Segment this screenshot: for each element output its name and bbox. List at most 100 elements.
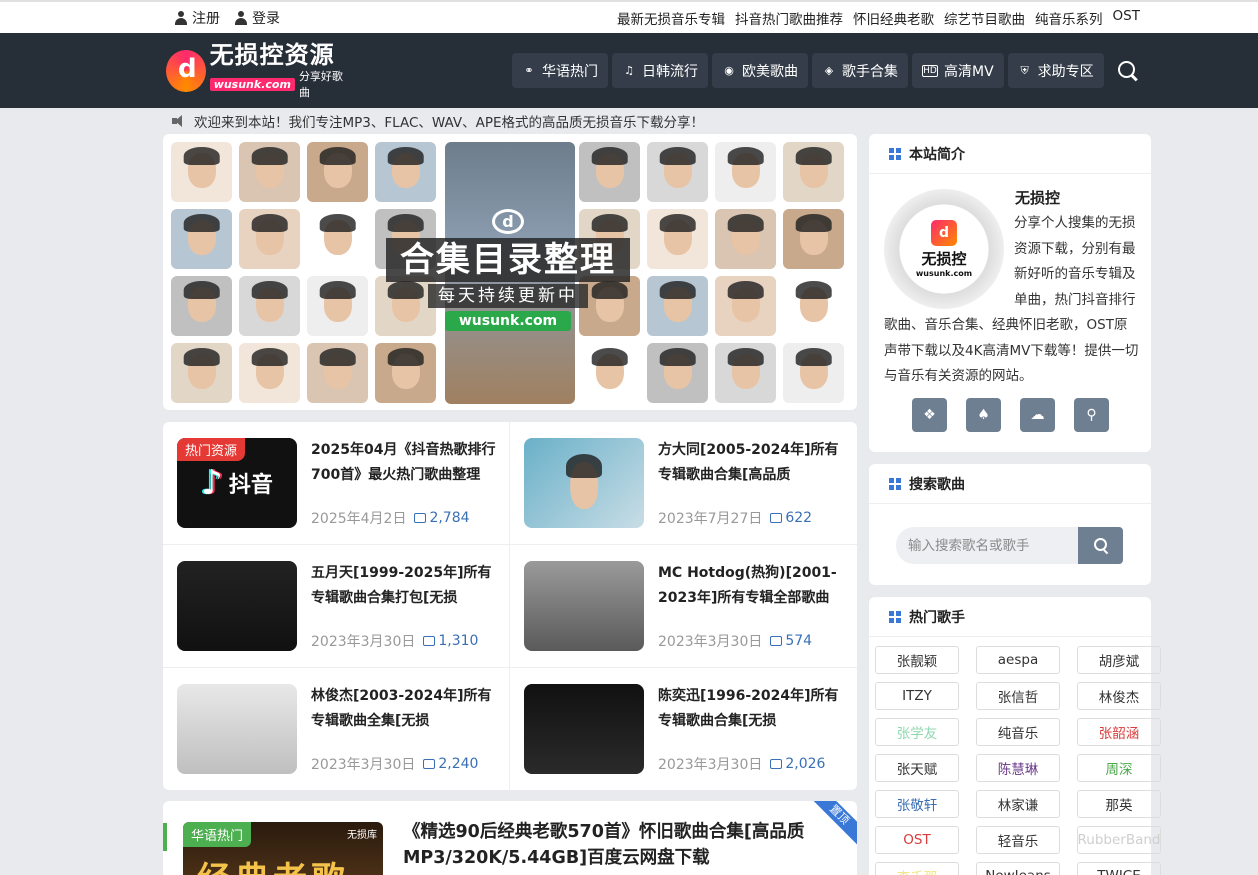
post-date: 2023年3月30日	[311, 634, 416, 650]
post-thumbnail[interactable]	[524, 684, 644, 774]
singer-tag[interactable]: 张靓颖	[875, 646, 959, 674]
featured-thumbnail[interactable]: 华语热门 无损库 经典老歌	[183, 822, 383, 875]
post-date: 2023年3月30日	[311, 757, 416, 773]
singer-tag[interactable]: NewJeans	[976, 862, 1060, 875]
nav-label: 日韩流行	[642, 63, 698, 80]
location-icon[interactable]: ⚲	[1074, 398, 1109, 432]
post-title[interactable]: 方大同[2005-2024年]所有专辑歌曲合集[高品质	[658, 438, 843, 488]
post-comments[interactable]: 1,310	[423, 633, 478, 649]
post-card[interactable]: 林俊杰[2003-2024年]所有专辑歌曲全集[无损 2023年3月30日 2,2…	[163, 668, 510, 791]
singer-tag[interactable]: OST	[875, 826, 959, 854]
singer-tag[interactable]: 周深	[1077, 754, 1161, 782]
post-comments[interactable]: 2,026	[770, 756, 825, 772]
singer-tag[interactable]: aespa	[976, 646, 1060, 674]
artist-thumbnail	[239, 209, 300, 269]
site-logo[interactable]: 无损控资源 wusunk.com 分享好歌曲	[166, 42, 346, 99]
speaker-icon	[172, 115, 186, 127]
header-search-icon[interactable]	[1116, 59, 1140, 83]
singer-tag[interactable]: 李千那	[875, 862, 959, 875]
post-card[interactable]: 五月天[1999-2025年]所有专辑歌曲合集打包[无损 2023年3月30日 1…	[163, 545, 510, 668]
nav-item-hd-mv[interactable]: HD 高清MV	[912, 53, 1004, 88]
singer-tag[interactable]: 陈慧琳	[976, 754, 1060, 782]
singer-tag[interactable]: 张韶涵	[1077, 718, 1161, 746]
featured-accent-bar	[163, 823, 167, 851]
post-title[interactable]: 林俊杰[2003-2024年]所有专辑歌曲全集[无损	[311, 684, 496, 734]
post-title[interactable]: MC Hotdog(热狗)[2001-2023年]所有专辑全部歌曲打	[658, 561, 843, 611]
login-label: 登录	[252, 10, 280, 27]
login-link[interactable]: 登录	[234, 8, 280, 28]
nav-item-jk-pop[interactable]: ♫ 日韩流行	[612, 53, 708, 88]
post-comments[interactable]: 574	[770, 633, 812, 649]
singer-tag[interactable]: RubberBand	[1077, 826, 1161, 854]
wechat-icon[interactable]: ❖	[912, 398, 947, 432]
post-card[interactable]: ♪ 抖音 热门资源 2025年04月《抖音热歌排行700首》最火热门歌曲整理 2…	[163, 422, 510, 545]
nav-item-western[interactable]: ◉ 欧美歌曲	[712, 53, 808, 88]
singer-tag[interactable]: ITZY	[875, 682, 959, 710]
singer-tag[interactable]: 张天赋	[875, 754, 959, 782]
card-header: 搜索歌曲	[869, 464, 1151, 504]
thumb-text: 抖音	[228, 473, 273, 498]
post-thumbnail[interactable]: ♪ 抖音 热门资源	[177, 438, 297, 528]
nav-item-chinese-hits[interactable]: ⚭ 华语热门	[512, 53, 608, 88]
post-thumbnail[interactable]	[524, 561, 644, 651]
singer-tag[interactable]: 林俊杰	[1077, 682, 1161, 710]
post-card[interactable]: MC Hotdog(热狗)[2001-2023年]所有专辑全部歌曲打 2023年…	[510, 545, 857, 668]
search-submit-button[interactable]	[1078, 527, 1123, 564]
post-date: 2023年7月27日	[658, 511, 763, 527]
singer-tag[interactable]: 张学友	[875, 718, 959, 746]
song-search-input[interactable]	[896, 527, 1078, 564]
post-grid: ♪ 抖音 热门资源 2025年04月《抖音热歌排行700首》最火热门歌曲整理 2…	[163, 422, 857, 791]
post-comments[interactable]: 2,240	[423, 756, 478, 772]
user-icon	[174, 10, 188, 25]
singer-tag[interactable]: TWICE	[1077, 862, 1161, 875]
singer-tag[interactable]: 张信哲	[976, 682, 1060, 710]
artist-thumbnail	[307, 276, 368, 336]
card-title: 本站简介	[909, 146, 965, 163]
artist-thumbnail	[307, 343, 368, 403]
featured-tag: 华语热门	[183, 822, 252, 847]
featured-post[interactable]: 华语热门 无损库 经典老歌 《精选90后经典老歌570首》怀旧歌曲合集[高品质M…	[163, 801, 857, 875]
singer-tag[interactable]: 林家谦	[976, 790, 1060, 818]
featured-title[interactable]: 《精选90后经典老歌570首》怀旧歌曲合集[高品质MP3/320K/5.44GB…	[403, 819, 823, 871]
quick-link-ost[interactable]: OST	[1113, 8, 1140, 28]
quick-link-new-albums[interactable]: 最新无损音乐专辑	[617, 8, 725, 28]
post-title[interactable]: 五月天[1999-2025年]所有专辑歌曲合集打包[无损	[311, 561, 496, 611]
nav-label: 高清MV	[944, 63, 994, 80]
grid-icon	[889, 610, 901, 623]
singer-tag[interactable]: 那英	[1077, 790, 1161, 818]
nav-item-collections[interactable]: ◈ 歌手合集	[812, 53, 908, 88]
singer-tag[interactable]: 轻音乐	[976, 826, 1060, 854]
post-card[interactable]: 方大同[2005-2024年]所有专辑歌曲合集[高品质 2023年7月27日 62…	[510, 422, 857, 545]
weibo-icon[interactable]: ☁	[1020, 398, 1055, 432]
post-comments[interactable]: 2,784	[414, 510, 470, 526]
singer-tag[interactable]: 张敬轩	[875, 790, 959, 818]
notice-bar: 欢迎来到本站！我们专注MP3、FLAC、WAV、APE格式的高品质无损音乐下载分…	[172, 111, 704, 131]
featured-watermark: 无损库	[347, 830, 377, 841]
banner-overlay: d 合集目录整理 每天持续更新中 wusunk.com	[386, 209, 630, 331]
post-title[interactable]: 陈奕迅[1996-2024年]所有专辑歌曲合集[无损	[658, 684, 843, 734]
nav-item-help[interactable]: ⛨ 求助专区	[1007, 53, 1104, 88]
quick-link-douyin[interactable]: 抖音热门歌曲推荐	[735, 8, 843, 28]
singer-tag[interactable]: 胡彦斌	[1077, 646, 1161, 674]
post-comments[interactable]: 622	[770, 510, 812, 526]
comment-count: 2,784	[429, 510, 470, 526]
artist-thumbnail	[715, 343, 776, 403]
post-thumbnail[interactable]	[177, 684, 297, 774]
quick-link-variety[interactable]: 综艺节目歌曲	[944, 8, 1025, 28]
post-card[interactable]: 陈奕迅[1996-2024年]所有专辑歌曲合集[无损 2023年3月30日 2,0…	[510, 668, 857, 791]
singer-tag[interactable]: 纯音乐	[976, 718, 1060, 746]
main-nav: ⚭ 华语热门 ♫ 日韩流行 ◉ 欧美歌曲 ◈ 歌手合集 HD 高清MV ⛨ 求助专区	[512, 53, 1104, 88]
auth-links: 注册 登录	[174, 8, 280, 28]
register-link[interactable]: 注册	[174, 8, 220, 28]
disc-icon: ◉	[724, 64, 734, 77]
grid-icon	[889, 147, 901, 160]
quick-link-classic[interactable]: 怀旧经典老歌	[853, 8, 934, 28]
hero-banner[interactable]: d 合集目录整理 每天持续更新中 wusunk.com	[163, 134, 857, 410]
qq-icon[interactable]: ♠	[966, 398, 1001, 432]
quick-link-pure-music[interactable]: 纯音乐系列	[1035, 8, 1103, 28]
post-thumbnail[interactable]	[524, 438, 644, 528]
site-header: 无损控资源 wusunk.com 分享好歌曲 ⚭ 华语热门 ♫ 日韩流行 ◉ 欧美歌曲…	[0, 33, 1258, 108]
post-thumbnail[interactable]	[177, 561, 297, 651]
hot-singers-card: 热门歌手 张靓颖 aespa 胡彦斌 ITZY 张信哲 林俊杰 张学友 纯音乐 张韶涵 张天赋 陈慧…	[869, 597, 1161, 875]
post-title[interactable]: 2025年04月《抖音热歌排行700首》最火热门歌曲整理	[311, 438, 496, 488]
